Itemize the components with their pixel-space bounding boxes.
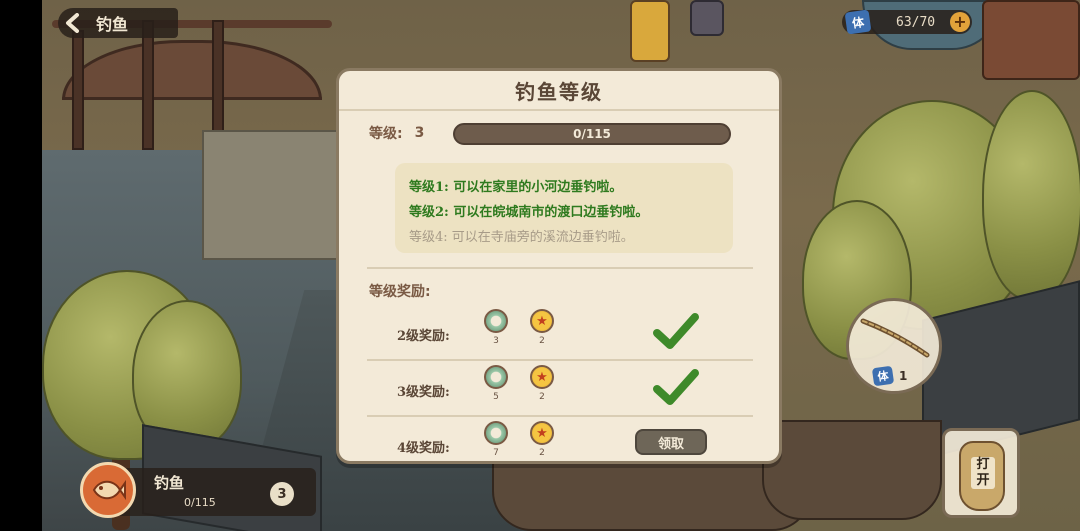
- reward-count: 3: [493, 336, 499, 346]
- add-stamina-button[interactable]: +: [950, 12, 970, 32]
- boat: [762, 420, 942, 520]
- reward-item: 5: [481, 365, 511, 402]
- reward-item: ★ 2: [527, 309, 557, 346]
- fishing-name: 钓鱼: [154, 474, 185, 492]
- fishing-rod-button[interactable]: 体 1: [846, 298, 942, 394]
- level-description: 等级4: 可以在寺庙旁的溪流边垂钓啦。: [409, 230, 634, 245]
- jade-coin-icon: [484, 309, 508, 333]
- fishing-level-dialog: 钓鱼等级 等级: 3 0/115 等级1: 可以在家里的小河边垂钓啦。 等级2:…: [336, 68, 782, 464]
- stamina-icon: 体: [844, 9, 872, 35]
- villager-figure: [690, 0, 724, 36]
- level-value: 3: [414, 125, 425, 141]
- xp-progress-bar: 0/115: [453, 123, 731, 145]
- dialog-title: 钓鱼等级: [515, 79, 603, 104]
- jade-coin-icon: [484, 421, 508, 445]
- back-arrow-icon[interactable]: [58, 8, 88, 38]
- star-coin-icon: ★: [530, 365, 554, 389]
- reward-label: 3级奖励:: [397, 385, 450, 400]
- section-divider: [367, 267, 753, 269]
- letterbox-left: [0, 0, 42, 531]
- reward-item: 3: [481, 309, 511, 346]
- reward-item: ★ 2: [527, 421, 557, 458]
- reward-item: 7: [481, 421, 511, 458]
- reward-label: 4级奖励:: [397, 441, 450, 456]
- villager-figure: [630, 0, 670, 62]
- stamina-value: 63/70: [896, 14, 936, 30]
- stamina-counter: 体 63/70 +: [842, 9, 972, 35]
- xp-progress-text: 0/115: [573, 127, 611, 141]
- star-coin-icon: ★: [530, 309, 554, 333]
- stamina-icon: 体: [871, 365, 895, 387]
- rod-cost-value: 1: [899, 369, 908, 383]
- level-label: 等级:: [369, 126, 403, 142]
- reward-row: 4级奖励: 7 ★ 2 领取: [367, 417, 753, 473]
- jade-coin-icon: [484, 365, 508, 389]
- willow-tree: [982, 90, 1080, 300]
- level-description: 等级1: 可以在家里的小河边垂钓啦。: [409, 180, 623, 195]
- level-description-box: 等级1: 可以在家里的小河边垂钓啦。 等级2: 可以在皖城南市的渡口边垂钓啦。 …: [395, 163, 733, 253]
- bridge-post: [72, 30, 84, 150]
- fish-icon[interactable]: [80, 462, 136, 518]
- open-bag-button[interactable]: 打开: [942, 428, 1020, 518]
- reward-count: 5: [493, 392, 499, 402]
- reward-item: ★ 2: [527, 365, 557, 402]
- bridge-post: [142, 20, 154, 150]
- reward-row: 3级奖励: 5 ★ 2: [367, 361, 753, 417]
- reward-count: 7: [493, 448, 499, 458]
- bridge-post: [212, 20, 224, 140]
- claim-reward-button[interactable]: 领取: [635, 429, 707, 455]
- reward-count: 2: [539, 336, 545, 346]
- claimed-check-icon: [653, 369, 699, 405]
- arch-bridge: [62, 40, 322, 100]
- rewards-title: 等级奖励:: [369, 284, 431, 300]
- claimed-check-icon: [653, 313, 699, 349]
- fishing-xp: 0/115: [184, 496, 216, 509]
- fishing-level-badge: 3: [270, 482, 294, 506]
- reward-count: 2: [539, 448, 545, 458]
- reward-label: 2级奖励:: [397, 329, 450, 344]
- star-coin-icon: ★: [530, 421, 554, 445]
- reward-count: 2: [539, 392, 545, 402]
- level-row: 等级: 3: [369, 123, 424, 143]
- game-screen: 钓鱼 体 63/70 + 钓鱼等级 等级: 3 0/115 等级1: 可以在家里…: [0, 0, 1080, 531]
- rod-stamina-cost: 体 1: [871, 365, 908, 387]
- back-header-title: 钓鱼: [96, 15, 129, 34]
- bag-label: 打开: [971, 457, 995, 489]
- level-description: 等级2: 可以在皖城南市的渡口边垂钓啦。: [409, 205, 649, 220]
- back-header[interactable]: 钓鱼: [58, 8, 178, 38]
- fishing-rod-icon: [860, 318, 930, 358]
- reward-row: 2级奖励: 3 ★ 2: [367, 305, 753, 361]
- dialog-header: 钓鱼等级: [339, 71, 779, 111]
- fishing-status-panel[interactable]: 钓鱼 0/115 3: [80, 462, 320, 518]
- desk: [982, 0, 1080, 80]
